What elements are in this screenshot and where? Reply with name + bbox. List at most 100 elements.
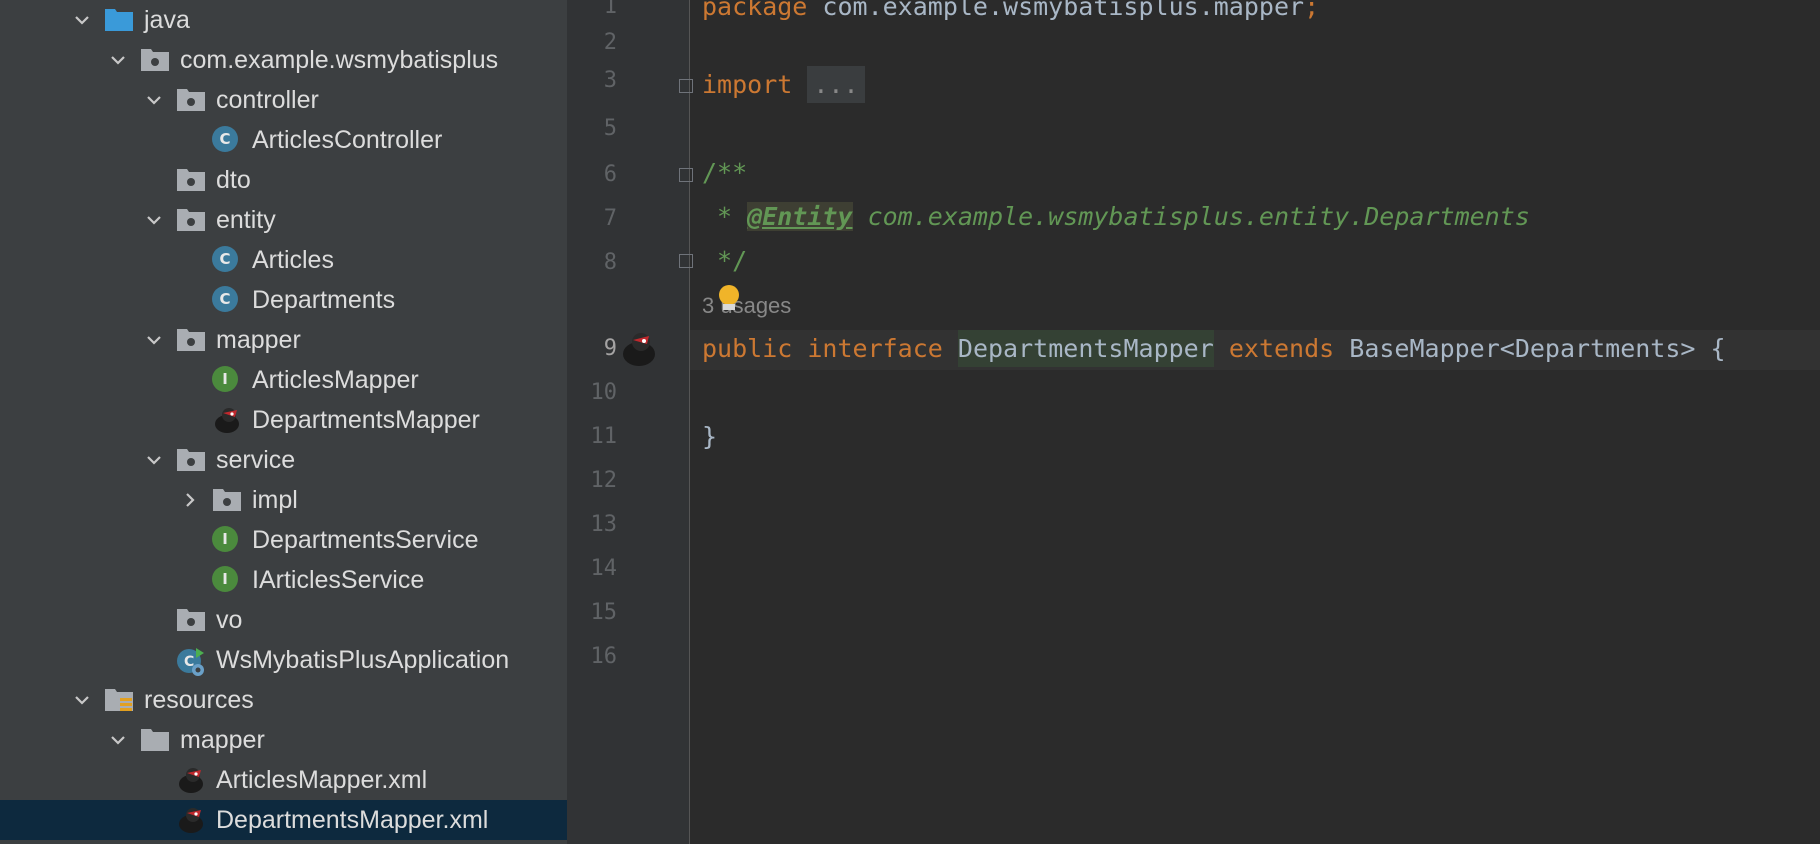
tree-item-label: WsMybatisPlusApplication — [216, 646, 510, 674]
line-number[interactable]: 1 — [567, 0, 689, 19]
chevron-down-icon[interactable] — [140, 86, 168, 114]
tree-item-articlescontroller[interactable]: C ArticlesController — [0, 120, 567, 160]
code-line-11[interactable]: } — [702, 422, 717, 451]
keyword-extends: extends — [1228, 334, 1335, 363]
tree-item-departmentsmapper-xml[interactable]: DepartmentsMapper.xml — [0, 800, 567, 840]
chevron-down-icon[interactable] — [140, 206, 168, 234]
tree-item-dto[interactable]: dto — [0, 160, 567, 200]
chevron-right-icon[interactable] — [176, 486, 204, 514]
interface-icon: I — [212, 526, 240, 554]
tree-item-service[interactable]: service — [0, 440, 567, 480]
class-icon: C — [212, 286, 240, 314]
tree-item-java[interactable]: java — [0, 0, 567, 40]
tree-item-label: service — [216, 446, 296, 474]
tree-item-articles[interactable]: C Articles — [0, 240, 567, 280]
chevron-down-icon[interactable] — [140, 326, 168, 354]
tree-item-controller[interactable]: controller — [0, 80, 567, 120]
mybatis-icon — [212, 406, 240, 434]
interface-icon: I — [212, 566, 240, 594]
line-number[interactable]: 5 — [567, 116, 689, 141]
folder-blue-icon — [104, 6, 133, 34]
tree-item-label: java — [144, 6, 190, 34]
tree-item-entity[interactable]: entity — [0, 200, 567, 240]
code-line-6[interactable]: /** — [702, 158, 747, 187]
tree-item-label: IArticlesService — [252, 566, 425, 594]
tree-item-mapper[interactable]: mapper — [0, 720, 567, 760]
tree-item-com-example-wsmybatisplus[interactable]: com.example.wsmybatisplus — [0, 40, 567, 80]
tree-item-label: DepartmentsMapper.xml — [216, 806, 489, 834]
tree-item-impl[interactable]: impl — [0, 480, 567, 520]
fold-collapse-icon[interactable] — [679, 254, 693, 268]
line-number[interactable]: 15 — [567, 600, 689, 625]
code-line-1[interactable]: package com.example.wsmybatisplus.mapper… — [702, 0, 1319, 21]
tree-item-label: entity — [216, 206, 276, 234]
mybatis-gutter-icon[interactable] — [619, 330, 659, 368]
code-line-9[interactable]: public interface DepartmentsMapper exten… — [702, 330, 1726, 367]
class-icon: C — [212, 126, 240, 154]
tree-item-departmentsservice[interactable]: I DepartmentsService — [0, 520, 567, 560]
usages-hint[interactable]: 3 usages — [702, 293, 791, 319]
line-number[interactable]: 12 — [567, 468, 689, 493]
package-icon — [176, 86, 205, 114]
tree-item-mapper[interactable]: mapper — [0, 320, 567, 360]
package-icon — [140, 46, 169, 74]
line-number-gutter: 1 2 3 5 6 7 8 9 10 11 12 13 14 15 16 — [567, 0, 689, 844]
javadoc-tag: @Entity — [747, 202, 853, 231]
code-line-3[interactable]: import ... — [702, 66, 865, 103]
tree-item-resources[interactable]: resources — [0, 680, 567, 720]
fold-expand-icon[interactable] — [679, 79, 693, 93]
mybatis-icon — [176, 806, 204, 834]
tree-item-label: DepartmentsService — [252, 526, 479, 554]
line-number[interactable]: 6 — [567, 162, 689, 187]
keyword-interface: interface — [807, 334, 943, 363]
package-icon — [212, 486, 241, 514]
package-icon — [176, 606, 205, 634]
line-number[interactable]: 16 — [567, 644, 689, 669]
tree-item-label: resources — [144, 686, 254, 714]
tree-item-articlesmapper-xml[interactable]: ArticlesMapper.xml — [0, 760, 567, 800]
lightbulb-icon[interactable] — [719, 285, 739, 305]
chevron-down-icon[interactable] — [68, 686, 96, 714]
lightbulb-base-icon — [723, 304, 735, 310]
tree-item-label: dto — [216, 166, 251, 194]
interface-name: DepartmentsMapper — [957, 330, 1214, 367]
resources-icon — [104, 686, 133, 714]
chevron-down-icon[interactable] — [68, 6, 96, 34]
chevron-down-icon[interactable] — [104, 46, 132, 74]
code-editor[interactable]: 1 2 3 5 6 7 8 9 10 11 12 13 14 15 16 package com.examp… — [567, 0, 1820, 844]
line-number[interactable]: 8 — [567, 250, 689, 275]
code-line-7[interactable]: * @Entity com.example.wsmybatisplus.enti… — [702, 202, 1530, 231]
app-icon: C — [176, 646, 204, 676]
code-line-8[interactable]: */ — [702, 246, 747, 275]
package-icon — [176, 206, 205, 234]
tree-item-iarticlesservice[interactable]: I IArticlesService — [0, 560, 567, 600]
line-number[interactable]: 2 — [567, 30, 689, 55]
package-name: com.example.wsmybatisplus.mapper — [807, 0, 1305, 21]
tree-item-label: com.example.wsmybatisplus — [180, 46, 499, 74]
line-number[interactable]: 3 — [567, 68, 689, 93]
chevron-down-icon[interactable] — [140, 446, 168, 474]
package-icon — [176, 446, 205, 474]
tree-item-label: mapper — [216, 326, 301, 354]
line-number[interactable]: 11 — [567, 424, 689, 449]
line-number[interactable]: 13 — [567, 512, 689, 537]
tree-item-wsmybatisplusapplication[interactable]: C WsMybatisPlusApplication — [0, 640, 567, 680]
folded-imports[interactable]: ... — [807, 66, 865, 103]
project-tree[interactable]: java com.example.wsmybatisplus controller C… — [0, 0, 567, 844]
line-number[interactable]: 10 — [567, 380, 689, 405]
tree-item-label: controller — [216, 86, 319, 114]
tree-item-vo[interactable]: vo — [0, 600, 567, 640]
base-mapper-type: BaseMapper<Departments> { — [1349, 334, 1726, 363]
line-number[interactable]: 14 — [567, 556, 689, 581]
package-icon — [176, 166, 205, 194]
keyword-public: public — [702, 334, 793, 363]
tree-item-departments[interactable]: C Departments — [0, 280, 567, 320]
tree-item-label: impl — [252, 486, 298, 514]
fold-collapse-icon[interactable] — [679, 168, 693, 182]
line-number[interactable]: 7 — [567, 206, 689, 231]
chevron-down-icon[interactable] — [104, 726, 132, 754]
tree-item-label: ArticlesMapper — [252, 366, 419, 394]
tree-item-articlesmapper[interactable]: I ArticlesMapper — [0, 360, 567, 400]
semicolon: ; — [1304, 0, 1320, 21]
tree-item-departmentsmapper[interactable]: DepartmentsMapper — [0, 400, 567, 440]
